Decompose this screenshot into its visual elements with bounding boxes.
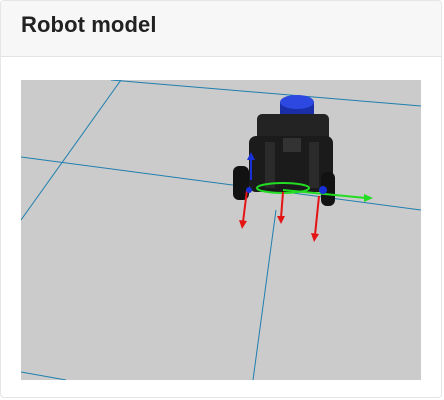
grid-line — [21, 80, 122, 221]
x-axis-arrowhead — [311, 233, 319, 242]
grid-line — [21, 156, 421, 211]
x-axis — [280, 191, 284, 219]
robot-body-detail — [283, 138, 301, 152]
x-axis-arrowhead — [277, 216, 285, 224]
robot-scene — [21, 80, 421, 380]
robot-model-panel: Robot model — [0, 0, 442, 398]
x-axis — [314, 195, 320, 236]
joint-marker — [319, 186, 327, 194]
y-axis-arrowhead — [364, 194, 373, 202]
x-axis-arrowhead — [239, 220, 247, 229]
grid-line — [21, 371, 67, 380]
panel-title: Robot model — [21, 12, 157, 37]
floor-grid — [21, 80, 421, 380]
joint-marker — [246, 187, 252, 193]
panel-header: Robot model — [1, 1, 441, 57]
grid-line — [110, 80, 421, 107]
grid-line — [252, 209, 277, 380]
3d-viewport[interactable] — [21, 80, 421, 380]
robot-body-detail — [265, 142, 275, 188]
robot-body-detail — [309, 142, 319, 188]
